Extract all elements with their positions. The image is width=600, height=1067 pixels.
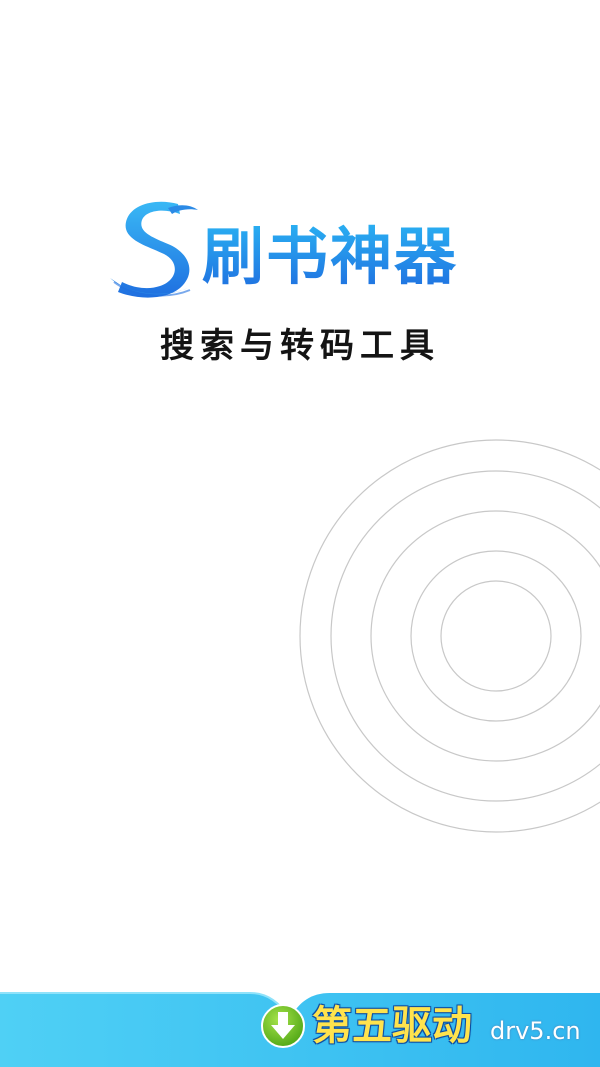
app-logo: 刷书神器 [108,196,478,306]
ring-2 [410,550,582,722]
ring-3 [370,510,600,762]
concentric-rings-decoration [299,439,600,833]
app-tagline: 搜索与转码工具 [160,326,440,366]
watermark-domain: drv5.cn [490,1017,581,1045]
download-arrow-icon [261,1004,305,1048]
watermark-brand: 第五驱动 [312,1003,472,1049]
splash-screen: 刷书神器 搜索与转码工具 第五驱动 drv5.cn [0,0,600,1067]
s-swoosh-logo-icon [110,201,198,298]
ring-5 [299,439,600,833]
watermark: 第五驱动 drv5.cn [258,998,598,1058]
ring-1 [440,580,552,692]
app-name: 刷书神器 [202,220,459,293]
